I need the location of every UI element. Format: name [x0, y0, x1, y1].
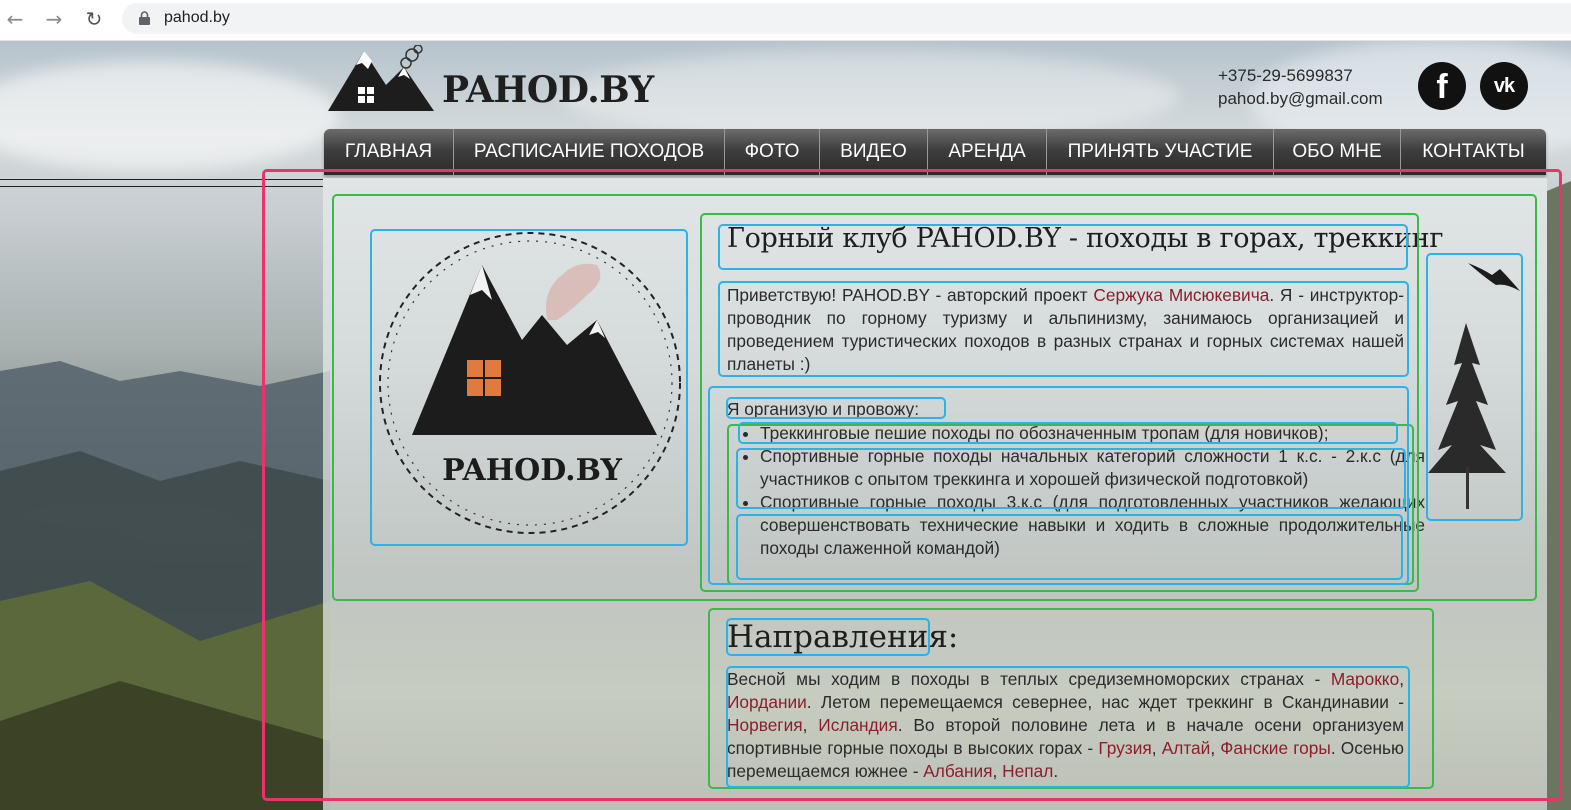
phone-number[interactable]: +375-29-5699837 [1218, 64, 1383, 87]
directions-text: , [802, 715, 819, 735]
menu-item-rent[interactable]: АРЕНДА [928, 129, 1047, 175]
services-list: Треккинговые пешие походы по обозначенны… [740, 422, 1425, 560]
intro-text: Приветствую! PAHOD.BY - авторский проект [727, 285, 1094, 305]
directions-text: , [1210, 738, 1221, 758]
country-link[interactable]: Непал [1002, 761, 1053, 781]
list-item: Спортивные горные походы 3.к.с (для подг… [760, 491, 1425, 560]
divider-line [0, 179, 323, 180]
tree-bird-decoration [1428, 263, 1520, 509]
contact-info: +375-29-5699837 pahod.by@gmail.com [1218, 64, 1383, 110]
browser-toolbar: ← → ↻ pahod.by [0, 0, 1571, 41]
url-text: pahod.by [164, 9, 230, 26]
list-item: Треккинговые пешие походы по обозначенны… [760, 422, 1425, 445]
directions-text: , [1399, 669, 1404, 689]
lock-icon [139, 11, 150, 25]
directions-text: . Летом перемещаемся севернее, нас ждет … [806, 692, 1404, 712]
directions-text: , [1151, 738, 1162, 758]
menu-item-video[interactable]: ВИДЕО [820, 129, 928, 175]
country-link[interactable]: Иордании [727, 692, 807, 712]
forward-icon[interactable]: → [41, 6, 67, 32]
page-title: Горный клуб PAHOD.BY - походы в горах, т… [727, 223, 1444, 254]
country-link[interactable]: Исландия [818, 715, 897, 735]
country-link[interactable]: Марокко [1331, 669, 1399, 689]
organize-label: Я организую и провожу: [727, 399, 920, 419]
logo-text: PAHOD.BY [442, 69, 654, 111]
email-address[interactable]: pahod.by@gmail.com [1218, 87, 1383, 110]
back-icon[interactable]: ← [2, 6, 28, 32]
country-link[interactable]: Алтай [1162, 738, 1211, 758]
menu-item-home[interactable]: ГЛАВНАЯ [324, 129, 454, 175]
divider-line [0, 186, 323, 187]
directions-paragraph: Весной мы ходим в походы в теплых средиз… [727, 668, 1404, 783]
reload-icon[interactable]: ↻ [81, 6, 107, 32]
menu-item-photo[interactable]: ФОТО [725, 129, 820, 175]
directions-title: Направления: [727, 619, 959, 655]
menu-item-schedule[interactable]: РАСПИСАНИЕ ПОХОДОВ [454, 129, 725, 175]
country-link[interactable]: Грузия [1098, 738, 1151, 758]
vk-icon[interactable]: vk [1480, 62, 1528, 110]
country-link[interactable]: Норвегия [727, 715, 803, 735]
intro-paragraph: Приветствую! PAHOD.BY - авторский проект… [727, 284, 1404, 376]
address-bar[interactable]: pahod.by [122, 3, 1571, 34]
facebook-icon[interactable]: f [1418, 62, 1466, 110]
menu-item-about[interactable]: ОБО МНЕ [1274, 129, 1401, 175]
menu-item-participate[interactable]: ПРИНЯТЬ УЧАСТИЕ [1047, 129, 1274, 175]
country-link[interactable]: Албания [923, 761, 992, 781]
list-item: Спортивные горные походы начальных катег… [760, 445, 1425, 491]
directions-text: , [992, 761, 1003, 781]
directions-text: Весной мы ходим в походы в теплых средиз… [727, 669, 1331, 689]
site-logo[interactable]: PAHOD.BY [326, 44, 654, 117]
club-emblem-image: PAHOD.BY [379, 232, 681, 534]
logo-mountain-icon [328, 44, 434, 111]
menu-item-contacts[interactable]: КОНТАКТЫ [1401, 129, 1546, 175]
author-link[interactable]: Сержука Мисюкевича [1093, 285, 1269, 305]
directions-text: . [1053, 761, 1059, 781]
main-menu: ГЛАВНАЯ РАСПИСАНИЕ ПОХОДОВ ФОТО ВИДЕО АР… [324, 129, 1546, 175]
country-link[interactable]: Фанские горы [1220, 738, 1331, 758]
emblem-text: PAHOD.BY [442, 453, 622, 488]
